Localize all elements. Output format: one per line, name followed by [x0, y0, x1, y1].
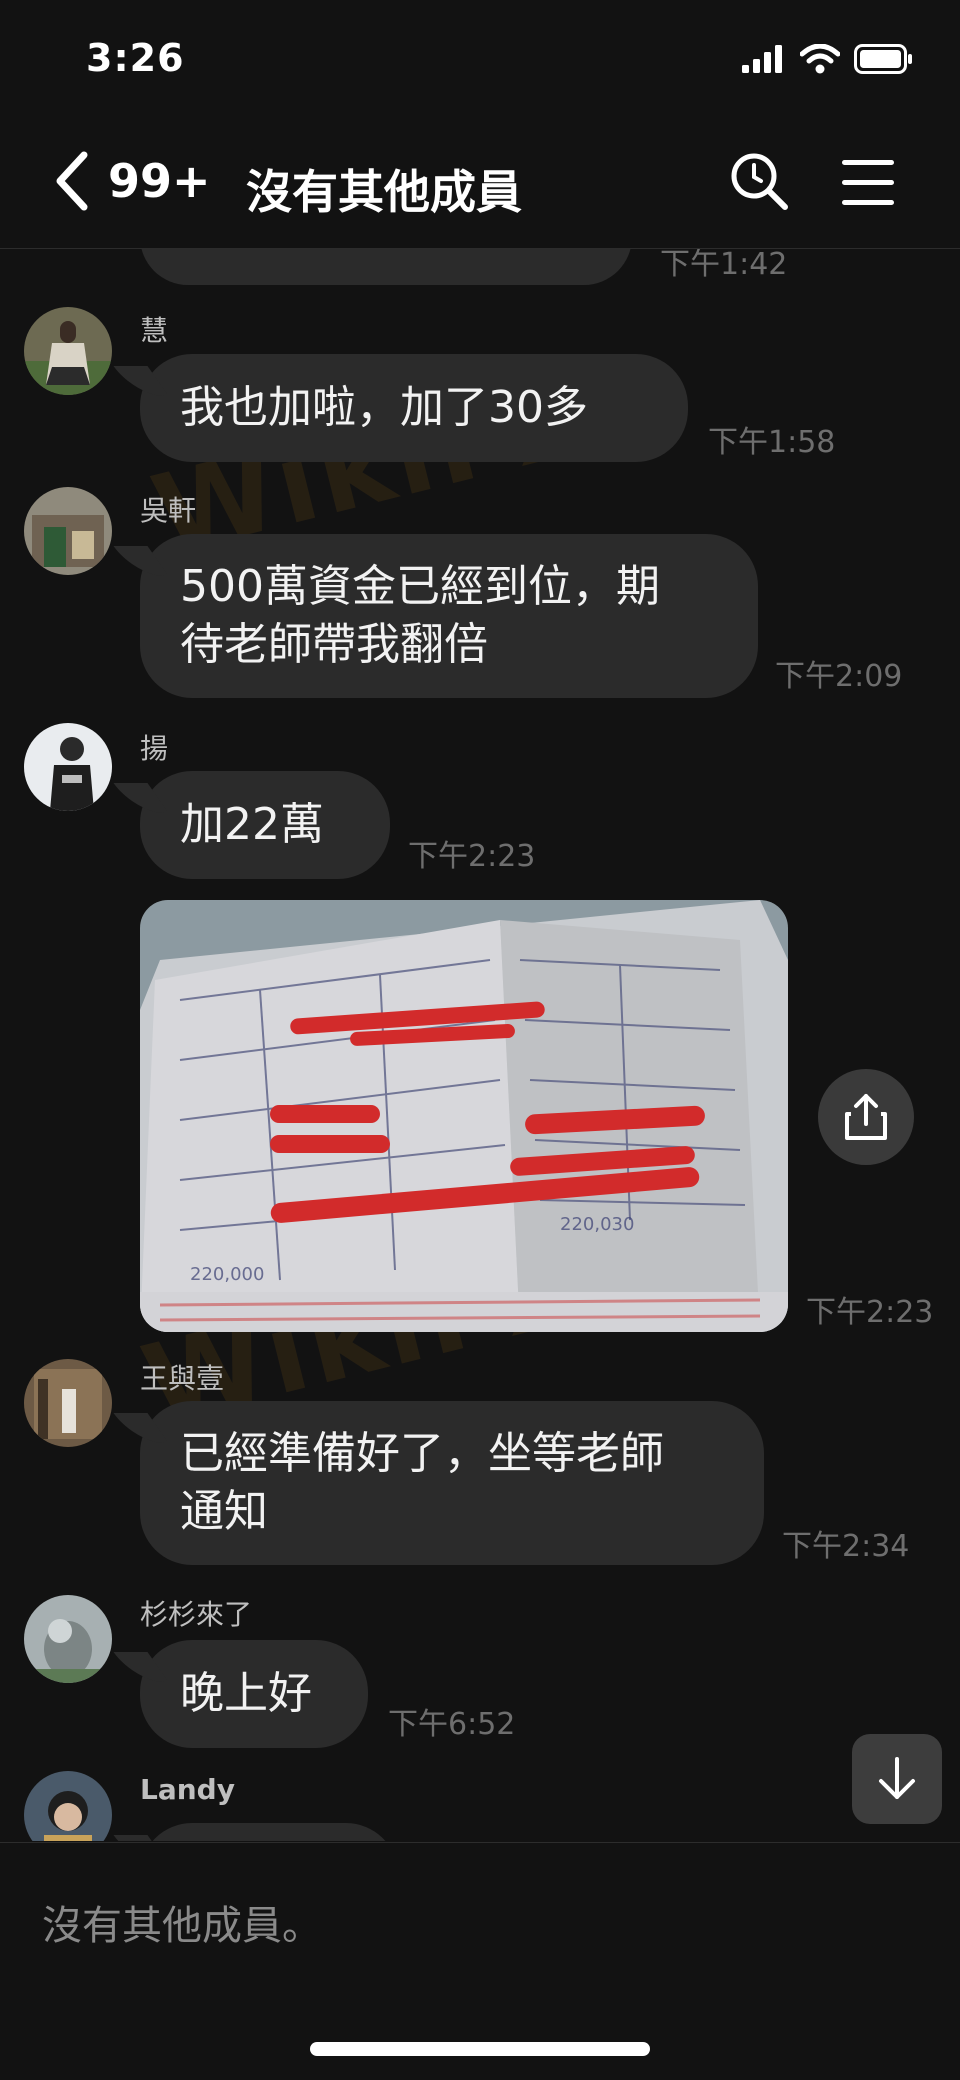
message-bubble[interactable]: 晚上好	[140, 1640, 368, 1748]
sender-name: Landy	[140, 1773, 235, 1806]
search-button[interactable]	[728, 150, 790, 216]
message-text: 加22萬	[180, 799, 324, 850]
message-bubble[interactable]	[140, 1823, 398, 1841]
unread-badge: 99+	[108, 154, 211, 208]
message-bubble[interactable]: 加22萬	[140, 771, 390, 879]
message-text-line: 通知	[180, 1486, 268, 1537]
sender-name: 揚	[140, 732, 169, 765]
chat-header: 99+ 沒有其他成員	[0, 120, 960, 249]
image-message[interactable]: 220,000 220,030	[140, 900, 788, 1332]
message-timestamp: 下午6:52	[388, 1707, 516, 1742]
message-text-line: 待老師帶我翻倍	[180, 619, 488, 670]
signal-icon	[742, 45, 782, 73]
search-icon	[731, 153, 788, 210]
sender-name: 慧	[140, 314, 169, 347]
sender-name: 王與壹	[140, 1362, 225, 1395]
message-text-line: 500萬資金已經到位，期	[180, 561, 660, 612]
message-timestamp: 下午1:42	[660, 249, 788, 282]
avatar[interactable]	[24, 1595, 112, 1683]
avatar[interactable]	[24, 1359, 112, 1447]
back-button[interactable]: 99+	[52, 150, 211, 212]
message-text: 我也加啦，加了30多	[180, 382, 588, 433]
menu-button[interactable]	[842, 158, 894, 210]
message-bubble[interactable]	[140, 249, 632, 285]
message-bubble[interactable]: 已經準備好了，坐等老師 通知	[140, 1401, 764, 1565]
chat-title: 沒有其他成員	[246, 165, 522, 219]
message-bubble[interactable]: 我也加啦，加了30多	[140, 354, 688, 462]
status-bar: 3:26	[0, 0, 960, 120]
avatar[interactable]	[24, 723, 112, 811]
status-icons	[742, 44, 914, 74]
status-time: 3:26	[86, 36, 185, 80]
home-indicator[interactable]	[310, 2042, 650, 2056]
wifi-icon	[800, 44, 840, 74]
message-timestamp: 下午2:34	[782, 1529, 910, 1564]
message-text: 晚上好	[180, 1668, 312, 1719]
message-timestamp: 下午2:23	[408, 839, 536, 874]
message-input-area: 沒有其他成員。	[0, 1842, 960, 2080]
svg-text:220,000: 220,000	[190, 1264, 264, 1285]
avatar[interactable]	[24, 307, 112, 395]
share-button[interactable]	[818, 1069, 914, 1165]
scroll-to-bottom-button[interactable]	[852, 1734, 942, 1824]
message-timestamp: 下午2:23	[806, 1295, 934, 1330]
avatar[interactable]	[24, 1771, 112, 1841]
avatar[interactable]	[24, 487, 112, 575]
message-bubble[interactable]: 500萬資金已經到位，期 待老師帶我翻倍	[140, 534, 758, 698]
sender-name: 杉杉來了	[140, 1598, 253, 1631]
back-chevron-icon	[56, 151, 88, 211]
share-icon	[845, 1094, 887, 1140]
message-list[interactable]: WikiFX WikiFX 下午1:42 慧 我也加啦，加了30多 下午1:58…	[0, 249, 960, 1841]
menu-icon	[842, 160, 894, 205]
input-placeholder: 沒有其他成員。	[42, 1903, 322, 1949]
sender-name: 吳軒	[140, 494, 197, 527]
arrow-down-icon	[879, 1757, 915, 1799]
message-timestamp: 下午2:09	[775, 659, 903, 694]
message-timestamp: 下午1:58	[708, 425, 836, 460]
message-text-line: 已經準備好了，坐等老師	[180, 1428, 664, 1479]
battery-icon	[854, 44, 912, 74]
svg-text:220,030: 220,030	[560, 1214, 634, 1235]
